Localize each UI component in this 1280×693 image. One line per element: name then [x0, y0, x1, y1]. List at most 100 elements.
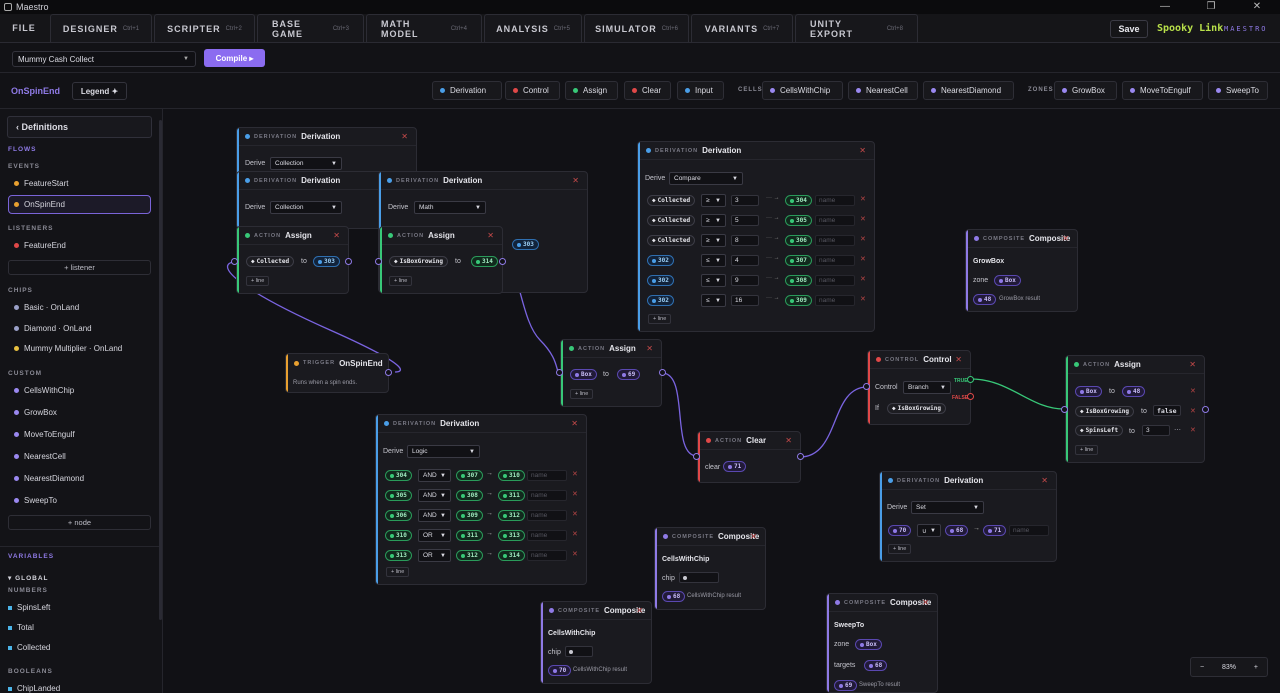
add-line-button[interactable]: + line — [888, 544, 912, 554]
variable-chip[interactable]: ◆ IsBoxGrowing — [1075, 406, 1134, 417]
name-input[interactable]: name — [1009, 525, 1049, 536]
operand-chip[interactable]: 70 — [888, 525, 912, 536]
operand-chip[interactable]: 305 — [385, 490, 412, 501]
threshold-input[interactable]: 8 — [731, 235, 759, 246]
compare-derivation-node[interactable]: DERIVATION Derivation ✕ Derive Compare ▼ ◆ C… — [637, 141, 875, 332]
variable-chip[interactable]: ◆ IsBoxGrowing — [389, 256, 448, 267]
zoom-in-button[interactable]: + — [1254, 664, 1258, 671]
output-port[interactable] — [385, 369, 392, 376]
remove-line-icon[interactable]: ✕ — [1190, 426, 1196, 434]
remove-line-icon[interactable]: ✕ — [1190, 387, 1196, 395]
delete-node-icon[interactable]: ✕ — [750, 532, 757, 541]
threshold-input[interactable]: 9 — [731, 275, 759, 286]
clear-action-node[interactable]: ACTION Clear ✕ clear 71 — [697, 431, 801, 483]
comparator-select[interactable]: ≤ ▼ — [701, 254, 726, 267]
operand-chip[interactable]: 304 — [385, 470, 412, 481]
zone-chip[interactable]: Box — [855, 639, 882, 650]
name-input[interactable]: name — [815, 195, 855, 206]
operand-chip[interactable]: 309 — [456, 510, 483, 521]
threshold-input[interactable]: 5 — [731, 215, 759, 226]
set-derivation-node[interactable]: DERIVATION Derivation ✕ Derive Set ▼ 70 ∪ ▼ … — [879, 471, 1057, 562]
name-input[interactable]: name — [815, 295, 855, 306]
delete-node-icon[interactable]: ✕ — [646, 344, 653, 353]
operand-chip[interactable]: 308 — [456, 490, 483, 501]
output-port[interactable] — [1202, 406, 1209, 413]
variable-chip[interactable]: Box — [570, 369, 597, 380]
delete-node-icon[interactable]: ✕ — [1189, 360, 1196, 369]
delete-node-icon[interactable]: ✕ — [636, 606, 643, 615]
control-branch-node[interactable]: CONTROL Control ✕ Control Branch ▼ If ◆ IsBo… — [867, 350, 971, 425]
operand-chip[interactable]: 311 — [456, 530, 483, 541]
add-line-button[interactable]: + line — [386, 567, 410, 577]
threshold-input[interactable]: 4 — [731, 255, 759, 266]
condition-chip[interactable]: ◆ IsBoxGrowing — [887, 403, 946, 414]
output-port[interactable] — [345, 258, 352, 265]
remove-line-icon[interactable]: ✕ — [1190, 407, 1196, 415]
logic-op-select[interactable]: AND ▼ — [418, 469, 451, 482]
delete-node-icon[interactable]: ✕ — [955, 355, 962, 364]
derive-select[interactable]: Math ▼ — [414, 201, 486, 214]
remove-line-icon[interactable]: ✕ — [860, 255, 866, 263]
name-input[interactable]: name — [527, 470, 567, 481]
remove-line-icon[interactable]: ✕ — [860, 295, 866, 303]
name-input[interactable]: name — [527, 490, 567, 501]
remove-line-icon[interactable]: ✕ — [572, 530, 578, 538]
delete-node-icon[interactable]: ✕ — [572, 176, 579, 185]
operand-chip[interactable]: 302 — [647, 275, 674, 286]
control-type-select[interactable]: Branch ▼ — [903, 381, 951, 394]
delete-node-icon[interactable]: ✕ — [487, 231, 494, 240]
remove-line-icon[interactable]: ✕ — [860, 235, 866, 243]
delete-node-icon[interactable]: ✕ — [785, 436, 792, 445]
name-input[interactable]: name — [815, 275, 855, 286]
operand-chip[interactable]: ◆ Collected — [647, 195, 696, 206]
add-line-button[interactable]: + line — [246, 276, 270, 286]
set-op-select[interactable]: ∪ ▼ — [917, 524, 941, 537]
derive-select[interactable]: Collection ▼ — [270, 157, 342, 170]
input-port[interactable] — [1061, 406, 1068, 413]
ref-chip[interactable]: 314 — [471, 256, 498, 267]
delete-node-icon[interactable]: ✕ — [1062, 234, 1069, 243]
delete-node-icon[interactable]: ✕ — [571, 419, 578, 428]
logic-derivation-node[interactable]: DERIVATION Derivation ✕ Derive Logic ▼ 304 A… — [375, 414, 587, 585]
input-port[interactable] — [863, 383, 870, 390]
derive-select[interactable]: Collection ▼ — [270, 201, 342, 214]
operand-chip[interactable]: 306 — [385, 510, 412, 521]
derive-select[interactable]: Set ▼ — [911, 501, 984, 514]
threshold-input[interactable]: 16 — [731, 295, 759, 306]
variable-chip[interactable]: ◆ Collected — [246, 256, 295, 267]
output-port[interactable] — [797, 453, 804, 460]
variable-chip[interactable]: ◆ SpinsLeft — [1075, 425, 1124, 436]
operand-chip[interactable]: 302 — [647, 295, 674, 306]
trigger-node[interactable]: TRIGGER OnSpinEnd Runs when a spin ends. — [285, 353, 389, 393]
output-port[interactable] — [499, 258, 506, 265]
assign-action-node[interactable]: ACTION Assign ✕ Box to 69 + line — [560, 339, 662, 407]
output-port[interactable] — [659, 369, 666, 376]
threshold-input[interactable]: 3 — [731, 195, 759, 206]
comparator-select[interactable]: ≤ ▼ — [701, 294, 726, 307]
value-input[interactable]: 3 — [1142, 425, 1170, 436]
ref-chip[interactable]: 303 — [313, 256, 340, 267]
false-output-port[interactable] — [967, 393, 974, 400]
comparator-select[interactable]: ≥ ▼ — [701, 214, 726, 227]
targets-chip[interactable]: 68 — [864, 660, 888, 671]
comparator-select[interactable]: ≥ ▼ — [701, 234, 726, 247]
add-line-button[interactable]: + line — [1075, 445, 1099, 455]
composite-growbox-node[interactable]: COMPOSITE Composite ✕ GrowBox zone Box 48 … — [965, 229, 1078, 312]
assign-action-node[interactable]: ACTION Assign ✕ ◆ Collected to 303 + line — [236, 226, 349, 294]
delete-node-icon[interactable]: ✕ — [1041, 476, 1048, 485]
value-input[interactable]: false — [1153, 405, 1181, 416]
name-input[interactable]: name — [527, 510, 567, 521]
zone-chip[interactable]: Box — [994, 275, 1021, 286]
operand-chip[interactable]: 310 — [385, 530, 412, 541]
name-input[interactable]: name — [527, 530, 567, 541]
true-output-port[interactable] — [967, 376, 974, 383]
remove-line-icon[interactable]: ✕ — [860, 195, 866, 203]
ref-chip[interactable]: 69 — [617, 369, 641, 380]
remove-line-icon[interactable]: ✕ — [860, 215, 866, 223]
remove-line-icon[interactable]: ✕ — [572, 470, 578, 478]
ref-chip[interactable]: 71 — [723, 461, 747, 472]
assign-action-node[interactable]: ACTION Assign ✕ Box to 48 ✕ ◆ IsBoxGrowing … — [1065, 355, 1205, 463]
remove-line-icon[interactable]: ✕ — [860, 275, 866, 283]
operand-chip[interactable]: 313 — [385, 550, 412, 561]
add-line-button[interactable]: + line — [389, 276, 413, 286]
